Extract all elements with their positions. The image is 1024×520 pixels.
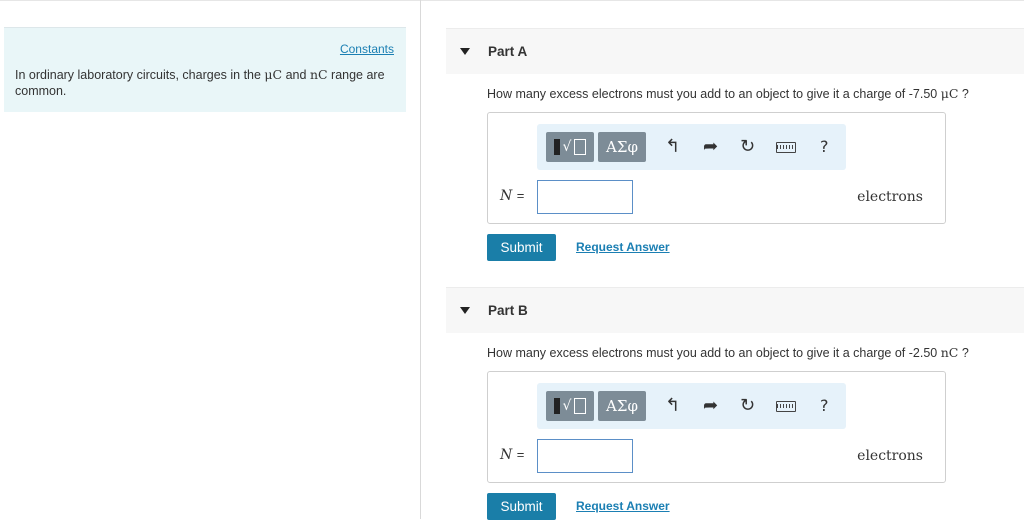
variable-label: N =: [500, 447, 525, 463]
part-b-title: Part B: [488, 303, 528, 318]
undo-icon[interactable]: ↰: [665, 396, 680, 416]
part-b-question: How many excess electrons must you add t…: [487, 345, 969, 360]
unit-nano-coulomb: nC: [309, 67, 328, 82]
unit-label: electrons: [857, 189, 923, 205]
reset-icon[interactable]: ↻: [740, 396, 755, 416]
template-radical-icon[interactable]: √: [546, 132, 594, 162]
math-toolbar: √ ΑΣφ ↰ ➦ ↻ ?: [537, 383, 846, 429]
answer-input[interactable]: [537, 439, 633, 473]
answer-input[interactable]: [537, 180, 633, 214]
math-toolbar: √ ΑΣφ ↰ ➦ ↻ ?: [537, 124, 846, 170]
template-radical-icon[interactable]: √: [546, 391, 594, 421]
submit-button[interactable]: Submit: [487, 493, 556, 520]
collapse-caret-icon[interactable]: [460, 48, 470, 55]
reset-icon[interactable]: ↻: [740, 137, 755, 157]
part-a-question: How many excess electrons must you add t…: [487, 86, 969, 101]
keyboard-icon[interactable]: [776, 401, 796, 412]
undo-icon[interactable]: ↰: [665, 137, 680, 157]
help-button[interactable]: ?: [820, 137, 829, 157]
redo-icon[interactable]: ➦: [703, 396, 718, 416]
submit-button[interactable]: Submit: [487, 234, 556, 261]
part-a-header[interactable]: Part A: [446, 28, 1024, 74]
redo-icon[interactable]: ➦: [703, 137, 718, 157]
part-a-answer-box: √ ΑΣφ ↰ ➦ ↻ ? N = electrons: [487, 112, 946, 224]
intro-text: In ordinary laboratory circuits, charges…: [15, 67, 385, 98]
constants-link[interactable]: Constants: [340, 42, 394, 56]
collapse-caret-icon[interactable]: [460, 307, 470, 314]
unit-micro-coulomb: μC: [264, 67, 283, 82]
request-answer-link[interactable]: Request Answer: [576, 240, 670, 254]
keyboard-icon[interactable]: [776, 142, 796, 153]
greek-symbols-button[interactable]: ΑΣφ: [598, 132, 646, 162]
constants-panel: Constants In ordinary laboratory circuit…: [4, 27, 406, 112]
variable-label: N =: [500, 188, 525, 204]
top-divider: [0, 0, 1024, 1]
column-divider: [420, 0, 421, 519]
greek-symbols-button[interactable]: ΑΣφ: [598, 391, 646, 421]
help-button[interactable]: ?: [820, 396, 829, 416]
part-b-answer-box: √ ΑΣφ ↰ ➦ ↻ ? N = electrons: [487, 371, 946, 483]
part-b-header[interactable]: Part B: [446, 287, 1024, 333]
unit-label: electrons: [857, 448, 923, 464]
request-answer-link[interactable]: Request Answer: [576, 499, 670, 513]
part-a-title: Part A: [488, 44, 528, 59]
